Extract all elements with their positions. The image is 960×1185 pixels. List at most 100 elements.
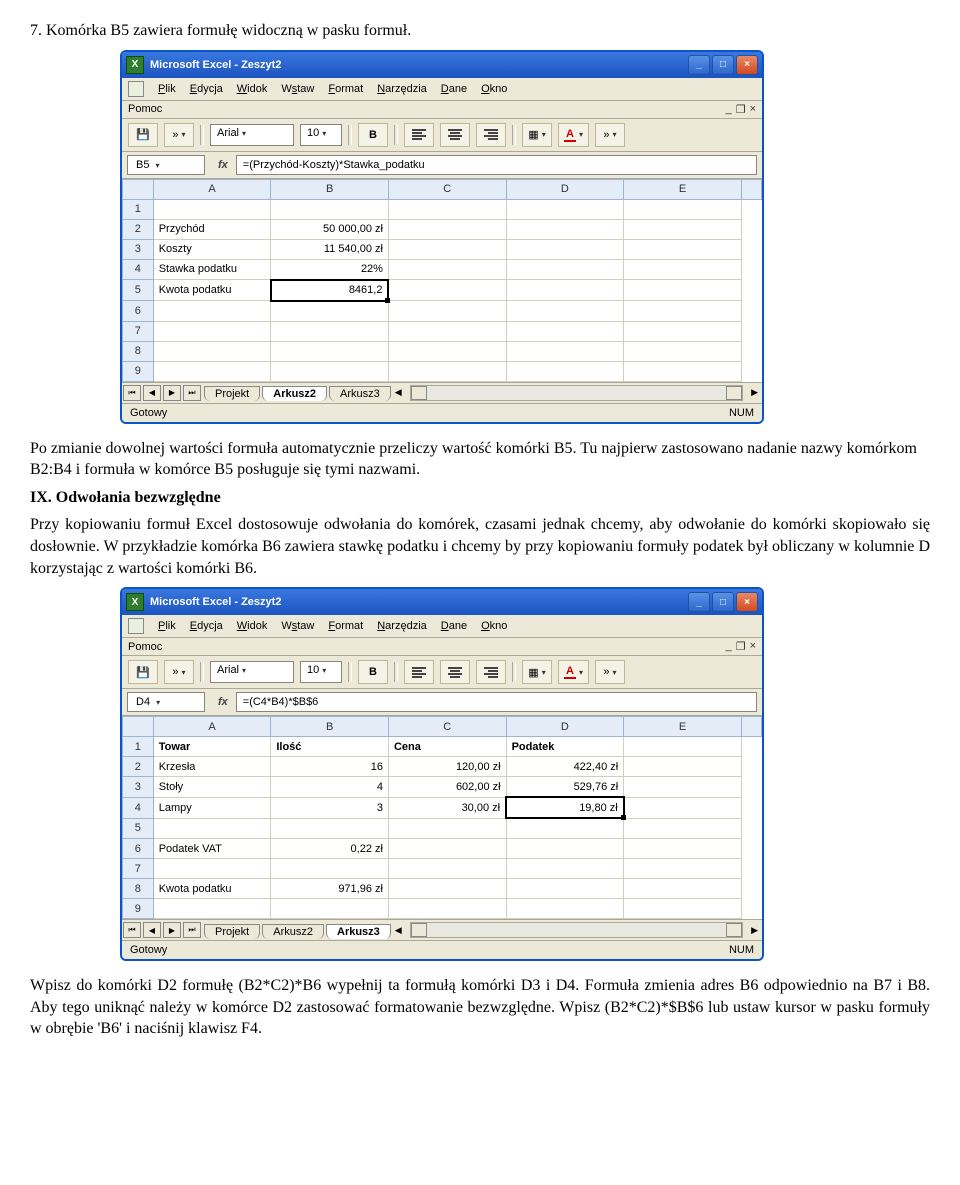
tab-nav-first[interactable]: ⏮ — [123, 385, 141, 401]
cell[interactable] — [153, 341, 271, 361]
cell[interactable] — [388, 361, 506, 381]
row-header[interactable]: 5 — [123, 280, 154, 301]
cell[interactable]: 50 000,00 zł — [271, 219, 389, 239]
menu-pomoc[interactable]: Pomoc — [128, 641, 162, 653]
row-header[interactable]: 2 — [123, 219, 154, 239]
row-header[interactable]: 4 — [123, 259, 154, 280]
cell[interactable]: 0,22 zł — [271, 839, 389, 859]
sheet-tab-projekt[interactable]: Projekt — [204, 386, 260, 401]
save-button[interactable]: 💾 — [128, 123, 158, 147]
doc-close-button[interactable]: × — [750, 103, 756, 116]
tab-scroll-right[interactable]: ▶ — [747, 925, 762, 936]
cell[interactable]: Cena — [388, 737, 506, 757]
cell[interactable] — [271, 818, 389, 839]
fx-icon[interactable]: fx — [210, 696, 236, 708]
row-header[interactable]: 4 — [123, 797, 154, 818]
menu-dane[interactable]: Dane — [441, 620, 467, 632]
horizontal-scrollbar[interactable] — [410, 385, 743, 401]
cell[interactable] — [388, 341, 506, 361]
cell[interactable] — [153, 899, 271, 919]
cell[interactable]: Kwota podatku — [153, 879, 271, 899]
align-right-button[interactable] — [476, 660, 506, 684]
sheet-tab-arkusz2[interactable]: Arkusz2 — [262, 386, 327, 401]
cell[interactable] — [624, 899, 742, 919]
close-button[interactable]: × — [736, 55, 758, 75]
menu-format[interactable]: Format — [328, 83, 363, 95]
sheet-tab-arkusz3[interactable]: Arkusz3 — [329, 386, 391, 401]
menu-format[interactable]: Format — [328, 620, 363, 632]
cell[interactable] — [624, 321, 742, 341]
doc-minimize-button[interactable]: _ — [726, 640, 732, 653]
minimize-button[interactable]: _ — [688, 55, 710, 75]
bold-button[interactable]: B — [358, 123, 388, 147]
row-header[interactable]: 7 — [123, 321, 154, 341]
font-selector[interactable]: Arial▾ — [210, 124, 294, 146]
cell[interactable] — [388, 321, 506, 341]
row-header[interactable]: 8 — [123, 879, 154, 899]
tab-nav-next[interactable]: ▶ — [163, 922, 181, 938]
cell[interactable] — [624, 301, 742, 322]
cell[interactable] — [506, 321, 624, 341]
font-size-selector[interactable]: 10▾ — [300, 124, 342, 146]
formula-input[interactable]: =(Przychód-Koszty)*Stawka_podatku — [236, 155, 757, 175]
toolbar-more-1[interactable]: »▾ — [164, 123, 194, 147]
cell[interactable] — [506, 879, 624, 899]
name-box[interactable]: D4 ▾ — [127, 692, 205, 712]
save-button[interactable]: 💾 — [128, 660, 158, 684]
toolbar-more-2[interactable]: »▾ — [595, 660, 625, 684]
row-header[interactable]: 9 — [123, 361, 154, 381]
doc-close-button[interactable]: × — [750, 640, 756, 653]
tab-nav-prev[interactable]: ◀ — [143, 385, 161, 401]
menu-edycja[interactable]: Edycja — [190, 83, 223, 95]
cell[interactable] — [624, 341, 742, 361]
menu-wstaw[interactable]: Wstaw — [281, 83, 314, 95]
cell[interactable] — [388, 219, 506, 239]
cell[interactable] — [624, 777, 742, 798]
cell[interactable] — [271, 899, 389, 919]
horizontal-scrollbar[interactable] — [410, 922, 743, 938]
cell[interactable]: 8461,2 — [271, 280, 389, 301]
spreadsheet-grid[interactable]: ABCDE 12Przychód50 000,00 zł3Koszty11 54… — [122, 179, 762, 382]
sheet-tab-arkusz2[interactable]: Arkusz2 — [262, 924, 324, 939]
tab-scroll-right[interactable]: ▶ — [747, 387, 762, 398]
cell[interactable] — [506, 219, 624, 239]
spreadsheet-grid[interactable]: ABCDE 1TowarIlośćCenaPodatek2Krzesła1612… — [122, 716, 762, 919]
toolbar-more-2[interactable]: »▾ — [595, 123, 625, 147]
cell[interactable] — [624, 199, 742, 219]
menu-wstaw[interactable]: Wstaw — [281, 620, 314, 632]
cell[interactable] — [271, 199, 389, 219]
font-color-button[interactable]: A▾ — [558, 660, 589, 684]
cell[interactable]: 22% — [271, 259, 389, 280]
row-header[interactable]: 1 — [123, 199, 154, 219]
font-selector[interactable]: Arial▾ — [210, 661, 294, 683]
align-right-button[interactable] — [476, 123, 506, 147]
cell[interactable] — [271, 361, 389, 381]
minimize-button[interactable]: _ — [688, 592, 710, 612]
row-header[interactable]: 6 — [123, 301, 154, 322]
cell[interactable]: Ilość — [271, 737, 389, 757]
menu-dane[interactable]: Dane — [441, 83, 467, 95]
formula-input[interactable]: =(C4*B4)*$B$6 — [236, 692, 757, 712]
row-header[interactable]: 8 — [123, 341, 154, 361]
toolbar-more-1[interactable]: »▾ — [164, 660, 194, 684]
cell[interactable] — [624, 797, 742, 818]
cell[interactable] — [153, 199, 271, 219]
cell[interactable] — [388, 839, 506, 859]
cell[interactable]: 16 — [271, 757, 389, 777]
cell[interactable] — [506, 239, 624, 259]
borders-button[interactable]: ▦▾ — [522, 660, 552, 684]
doc-restore-button[interactable]: ❐ — [736, 103, 746, 116]
cell[interactable] — [271, 301, 389, 322]
cell[interactable]: 602,00 zł — [388, 777, 506, 798]
cell[interactable] — [388, 239, 506, 259]
maximize-button[interactable]: □ — [712, 55, 734, 75]
menu-narzedzia[interactable]: Narzędzia — [377, 620, 427, 632]
cell[interactable] — [624, 219, 742, 239]
cell[interactable] — [624, 280, 742, 301]
tab-scroll-left[interactable]: ◀ — [391, 387, 406, 398]
cell[interactable] — [506, 199, 624, 219]
doc-restore-button[interactable]: ❐ — [736, 640, 746, 653]
cell[interactable] — [624, 879, 742, 899]
cell[interactable]: 422,40 zł — [506, 757, 624, 777]
menu-okno[interactable]: Okno — [481, 83, 507, 95]
